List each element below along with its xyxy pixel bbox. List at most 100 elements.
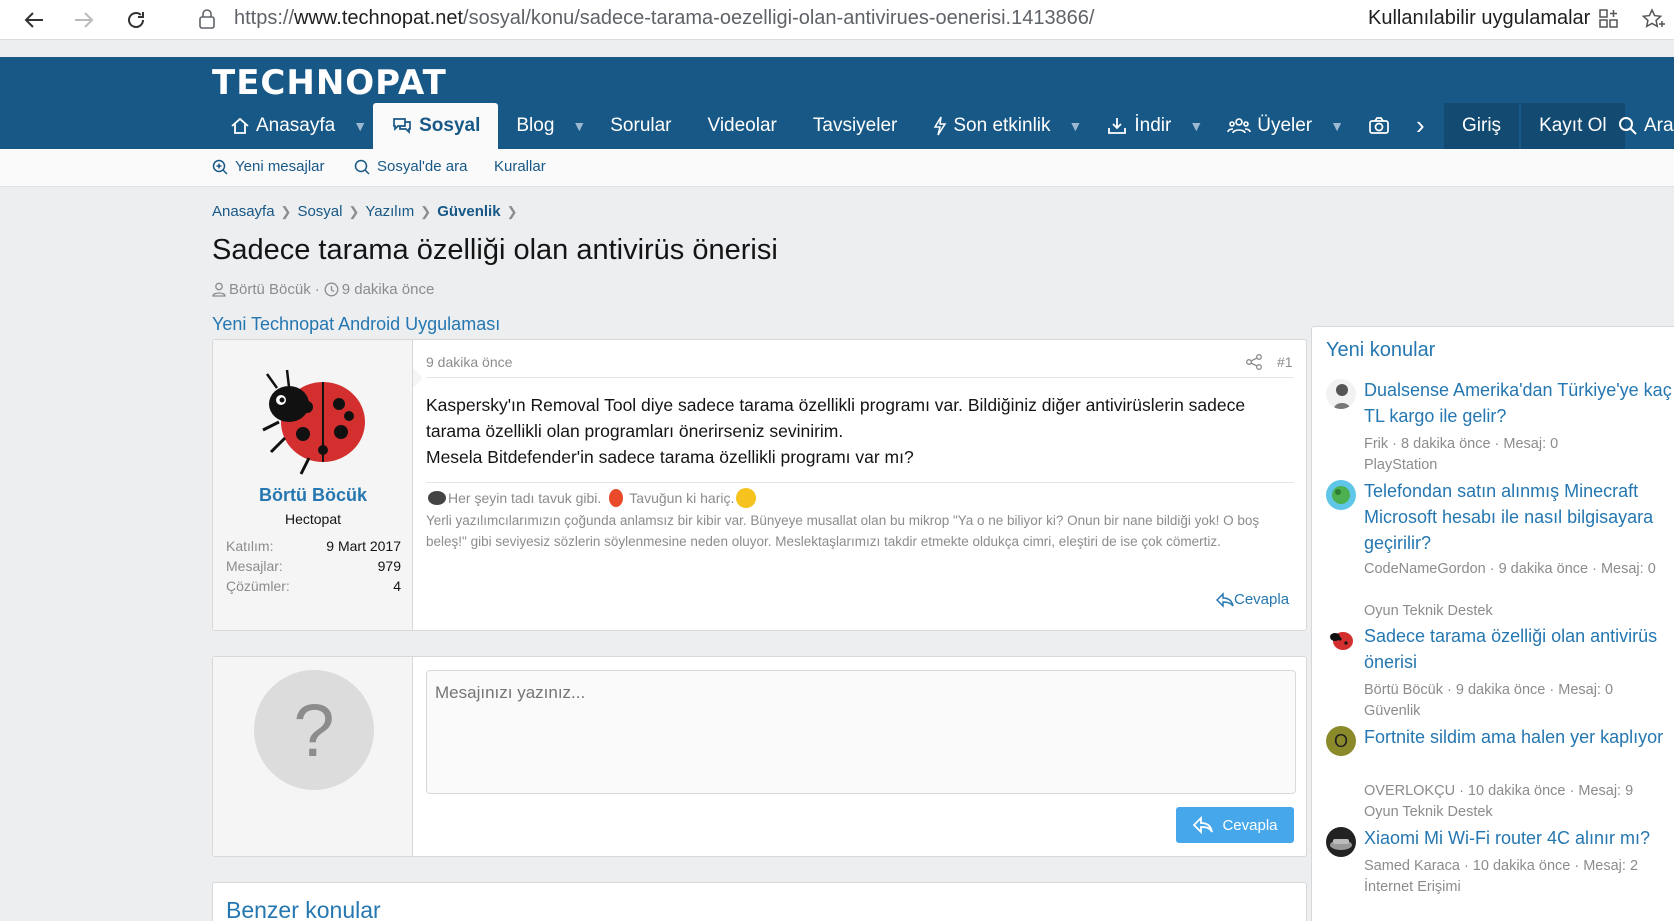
reply-button[interactable]: Cevapla bbox=[1216, 591, 1289, 608]
user-icon bbox=[212, 282, 226, 297]
forward-button[interactable] bbox=[68, 4, 100, 36]
nav-tab-son-etkinlik[interactable]: Son etkinlik bbox=[915, 103, 1068, 149]
thread-title-link[interactable]: Dualsense Amerika'dan Türkiye'ye kaç TL … bbox=[1364, 377, 1674, 429]
signature-text: Her şeyin tadı tavuk gibi. bbox=[448, 490, 602, 506]
nav-tab-videolar[interactable]: Videolar bbox=[690, 103, 795, 149]
breadcrumb-item[interactable]: Sosyal bbox=[297, 203, 342, 220]
thread-title-link[interactable]: Fortnite sildim ama halen yer kaplıyor bbox=[1364, 724, 1674, 750]
post: Börtü Böcük Hectopat Katılım: 9 Mart 2017… bbox=[212, 339, 1307, 631]
nav-tab-home[interactable]: Anasayfa bbox=[212, 103, 353, 149]
chevron-right-icon: ❯ bbox=[420, 203, 432, 219]
reload-icon bbox=[128, 12, 144, 28]
share-icon[interactable] bbox=[1245, 353, 1263, 371]
divider bbox=[426, 482, 1294, 483]
similar-threads: Benzer konular bbox=[212, 882, 1307, 921]
avatar[interactable] bbox=[1326, 625, 1356, 655]
sosyal-search-link[interactable]: Sosyal'de ara bbox=[354, 158, 467, 175]
post-date[interactable]: 9 dakika önce bbox=[426, 354, 512, 370]
site-logo[interactable]: TECHNOPAT bbox=[212, 63, 447, 103]
quick-reply: ? Cevapla bbox=[212, 656, 1307, 857]
nav-tab-sorular[interactable]: Sorular bbox=[592, 103, 689, 149]
chevron-down-icon[interactable]: ▼ bbox=[1069, 103, 1089, 149]
available-apps-label[interactable]: Kullanılabilir uygulamalar bbox=[1368, 7, 1590, 30]
nav-tab-media[interactable] bbox=[1350, 103, 1414, 149]
avatar[interactable] bbox=[1326, 480, 1356, 510]
user-stat-messages: Mesajlar: 979 bbox=[226, 558, 401, 574]
thread-author[interactable]: Börtü Böcük bbox=[229, 281, 311, 298]
breadcrumb-item[interactable]: Anasayfa bbox=[212, 203, 275, 220]
post-number[interactable]: #1 bbox=[1277, 354, 1293, 370]
thread-forum[interactable]: Oyun Teknik Destek bbox=[1364, 600, 1674, 622]
users-icon bbox=[1227, 118, 1252, 134]
post-user-info: Börtü Böcük Hectopat Katılım: 9 Mart 2017… bbox=[213, 340, 413, 630]
avatar[interactable] bbox=[1326, 827, 1356, 857]
stat-value: 9 Mart 2017 bbox=[326, 538, 401, 554]
eye-emoji-icon bbox=[428, 491, 446, 505]
avatar: ? bbox=[254, 670, 374, 790]
back-button[interactable] bbox=[18, 4, 50, 36]
stat-value[interactable]: 979 bbox=[378, 558, 401, 574]
account-nav: Giriş Kayıt Ol bbox=[1444, 103, 1625, 149]
post-paragraph: Mesela Bitdefender'in sadece tarama özel… bbox=[426, 447, 914, 467]
post-body: Kaspersky'ın Removal Tool diye sadece ta… bbox=[426, 392, 1296, 470]
nav-home-label: Anasayfa bbox=[256, 115, 336, 136]
user-name[interactable]: Börtü Böcük bbox=[213, 485, 413, 506]
rules-link[interactable]: Kurallar bbox=[494, 158, 546, 175]
chevron-down-icon[interactable]: ▼ bbox=[1189, 103, 1209, 149]
user-stat-joined: Katılım: 9 Mart 2017 bbox=[226, 538, 401, 554]
lock-icon bbox=[199, 9, 215, 29]
thread-title-link[interactable]: Telefondan satın alınmış Minecraft Micro… bbox=[1364, 478, 1674, 556]
chevron-down-icon[interactable]: ▼ bbox=[572, 103, 592, 149]
address-bar[interactable]: https://www.technopat.net/sosyal/konu/sa… bbox=[234, 7, 1095, 30]
search-button[interactable]: Ara bbox=[1600, 103, 1674, 149]
thread-meta: Samed Karaca · 10 dakika önce · Mesaj: 2 bbox=[1364, 858, 1639, 874]
thread-title-link[interactable]: Sadece tarama özelliği olan antivirüs ön… bbox=[1364, 623, 1674, 675]
camera-icon bbox=[1369, 117, 1389, 134]
search-icon bbox=[354, 159, 370, 175]
zoom-plus-icon bbox=[212, 159, 228, 175]
message-input[interactable] bbox=[426, 670, 1296, 794]
login-button[interactable]: Giriş bbox=[1444, 103, 1520, 149]
breadcrumb: Anasayfa ❯ Sosyal ❯ Yazılım ❯ Güvenlik ❯ bbox=[212, 203, 523, 220]
thread-forum[interactable]: PlayStation bbox=[1364, 454, 1674, 476]
thread-time[interactable]: 9 dakika önce bbox=[342, 281, 435, 298]
rules-label: Kurallar bbox=[494, 158, 546, 175]
breadcrumb-item[interactable]: Güvenlik bbox=[437, 203, 500, 220]
chevron-down-icon[interactable]: ▼ bbox=[353, 103, 373, 149]
nav-tab-blog[interactable]: Blog bbox=[498, 103, 572, 149]
submit-reply-button[interactable]: Cevapla bbox=[1176, 807, 1294, 843]
nav-sorular-label: Sorular bbox=[610, 115, 672, 136]
avatar[interactable] bbox=[249, 352, 377, 480]
nav-tab-tavsiyeler[interactable]: Tavsiyeler bbox=[795, 103, 915, 149]
nav-tab-indir[interactable]: İndir bbox=[1088, 103, 1189, 149]
reply-icon bbox=[1216, 591, 1234, 608]
breadcrumb-item[interactable]: Yazılım bbox=[365, 203, 414, 220]
nav-tavsiyeler-label: Tavsiyeler bbox=[812, 115, 898, 136]
thread-forum[interactable]: Güvenlik bbox=[1364, 700, 1674, 722]
bolt-icon bbox=[934, 116, 947, 136]
bookmark-star-icon[interactable] bbox=[1640, 7, 1666, 33]
nav-tab-sosyal[interactable]: Sosyal bbox=[373, 103, 499, 149]
stat-label: Mesajlar: bbox=[226, 558, 283, 574]
nav-tab-uyeler[interactable]: Üyeler bbox=[1209, 103, 1330, 149]
chevron-down-icon[interactable]: ▼ bbox=[1330, 103, 1350, 149]
signature-text: Yerli yazılımcılarımızın çoğunda anlamsı… bbox=[426, 513, 1260, 549]
nav-scroll-right-icon[interactable]: › bbox=[1416, 110, 1425, 141]
divider bbox=[426, 377, 1294, 378]
download-icon bbox=[1108, 118, 1127, 134]
reload-button[interactable] bbox=[120, 4, 152, 36]
nav-videolar-label: Videolar bbox=[707, 115, 777, 136]
sidebar-title[interactable]: Yeni konular bbox=[1326, 339, 1435, 362]
thread-forum[interactable]: İnternet Erişimi bbox=[1364, 876, 1674, 898]
avatar[interactable] bbox=[1326, 379, 1356, 409]
submit-reply-label: Cevapla bbox=[1222, 816, 1278, 834]
register-label: Kayıt Ol bbox=[1539, 115, 1607, 136]
thread-title-link[interactable]: Xiaomi Mi Wi-Fi router 4C alınır mı? bbox=[1364, 825, 1674, 851]
android-app-promo-link[interactable]: Yeni Technopat Android Uygulaması bbox=[212, 314, 500, 335]
thread-forum[interactable]: Oyun Teknik Destek bbox=[1364, 801, 1674, 823]
new-posts-link[interactable]: Yeni mesajlar bbox=[212, 158, 325, 175]
avatar[interactable]: O bbox=[1326, 726, 1356, 756]
reply-label: Cevapla bbox=[1234, 591, 1290, 608]
apps-icon[interactable] bbox=[1598, 8, 1620, 30]
thread-meta: OVERLOKÇU · 10 dakika önce · Mesaj: 9 bbox=[1364, 783, 1634, 799]
